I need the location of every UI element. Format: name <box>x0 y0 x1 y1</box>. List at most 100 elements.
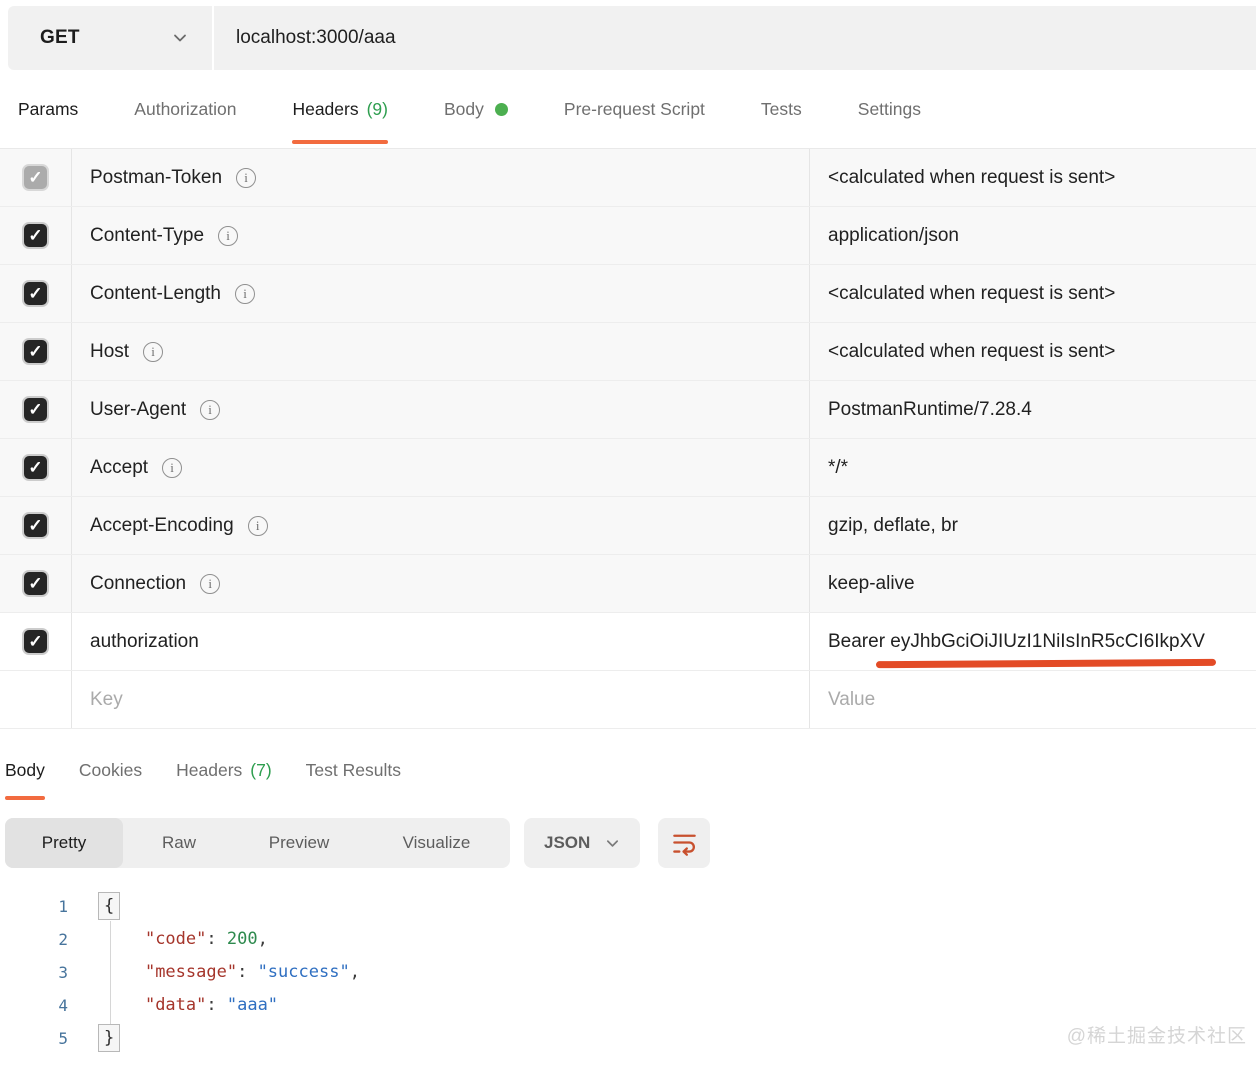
header-value-cell[interactable]: Value <box>810 671 1256 728</box>
info-icon[interactable]: i <box>218 226 238 246</box>
wrap-text-icon <box>671 829 698 857</box>
header-enabled-checkbox[interactable]: ✓ <box>22 512 49 539</box>
tab-label: Headers <box>292 99 358 120</box>
header-value-cell[interactable]: Bearer eyJhbGciOiJIUzI1NiIsInR5cCI6IkpXV <box>810 613 1256 670</box>
token-number: 200 <box>227 929 258 949</box>
checkbox-cell <box>0 671 72 728</box>
request-tab-body[interactable]: Body <box>444 70 508 148</box>
token-punct: : <box>237 962 257 982</box>
info-icon[interactable]: i <box>200 574 220 594</box>
headers-table: ✓Postman-Tokeni<calculated when request … <box>0 148 1256 729</box>
info-icon[interactable]: i <box>200 400 220 420</box>
header-enabled-checkbox[interactable]: ✓ <box>22 338 49 365</box>
view-mode-pretty[interactable]: Pretty <box>5 818 123 868</box>
line-number: 2 <box>0 923 68 956</box>
line-number: 5 <box>0 1022 68 1055</box>
indent-guide <box>110 921 111 1024</box>
header-enabled-checkbox[interactable]: ✓ <box>22 222 49 249</box>
header-key-cell[interactable]: Accept-Encodingi <box>72 497 810 554</box>
checkbox-cell: ✓ <box>0 149 72 206</box>
token-string: "success" <box>258 962 350 982</box>
line-content: "code": 200, <box>68 923 268 956</box>
header-key-cell[interactable]: Key <box>72 671 810 728</box>
response-tab-headers[interactable]: Headers (7) <box>176 738 272 802</box>
header-key: Content-Type <box>90 225 204 247</box>
header-value-cell[interactable]: PostmanRuntime/7.28.4 <box>810 381 1256 438</box>
request-tab-tests[interactable]: Tests <box>761 70 802 148</box>
table-row: ✓ Connection i keep-alive <box>0 555 1256 613</box>
response-tab-cookies[interactable]: Cookies <box>79 738 142 802</box>
code-line: 4 "data": "aaa" <box>0 989 1256 1022</box>
header-key-cell[interactable]: Postman-Tokeni <box>72 149 810 206</box>
info-icon[interactable]: i <box>248 516 268 536</box>
header-enabled-checkbox[interactable]: ✓ <box>22 396 49 423</box>
value-input-placeholder: Value <box>828 689 875 711</box>
header-key-cell[interactable]: authorization <box>72 613 810 670</box>
wrap-text-button[interactable] <box>658 818 710 868</box>
key-input-placeholder: Key <box>90 689 123 711</box>
token-string: "aaa" <box>227 995 278 1015</box>
request-tab-settings[interactable]: Settings <box>858 70 921 148</box>
header-key-cell[interactable]: Accepti <box>72 439 810 496</box>
header-key-cell[interactable]: Content-Lengthi <box>72 265 810 322</box>
header-value-cell[interactable]: gzip, deflate, br <box>810 497 1256 554</box>
request-tab-headers[interactable]: Headers (9) <box>292 70 388 148</box>
header-value-cell[interactable]: <calculated when request is sent> <box>810 149 1256 206</box>
header-value-cell[interactable]: */* <box>810 439 1256 496</box>
checkbox-cell: ✓ <box>0 207 72 264</box>
header-value: Bearer eyJhbGciOiJIUzI1NiIsInR5cCI6IkpXV <box>828 631 1205 653</box>
request-tab-pre-request-script[interactable]: Pre-request Script <box>564 70 705 148</box>
view-mode-visualize[interactable]: Visualize <box>363 818 510 868</box>
tab-count-badge: (7) <box>250 760 271 781</box>
header-enabled-checkbox[interactable]: ✓ <box>22 628 49 655</box>
info-icon[interactable]: i <box>236 168 256 188</box>
header-key-cell[interactable]: Hosti <box>72 323 810 380</box>
header-key: Accept <box>90 457 148 479</box>
header-value-cell[interactable]: <calculated when request is sent> <box>810 323 1256 380</box>
header-value: <calculated when request is sent> <box>828 341 1115 363</box>
view-mode-switcher: PrettyRawPreviewVisualize <box>5 818 510 868</box>
language-dropdown[interactable]: JSON <box>524 818 640 868</box>
url-input[interactable] <box>214 26 1256 50</box>
header-value-cell[interactable]: application/json <box>810 207 1256 264</box>
line-content: "message": "success", <box>68 956 360 989</box>
header-key-cell[interactable]: User-Agenti <box>72 381 810 438</box>
table-row: ✓ Accept-Encodingigzip, deflate, br <box>0 497 1256 555</box>
request-tab-params[interactable]: Params <box>18 70 78 148</box>
table-row: ✓ Content-Type i application/json <box>0 207 1256 265</box>
token-brace: } <box>98 1024 120 1052</box>
response-tab-body[interactable]: Body <box>5 738 45 802</box>
checkbox-cell: ✓ <box>0 323 72 380</box>
header-enabled-checkbox[interactable]: ✓ <box>22 280 49 307</box>
info-icon[interactable]: i <box>143 342 163 362</box>
request-tab-authorization[interactable]: Authorization <box>134 70 236 148</box>
tab-label: Headers <box>176 760 242 781</box>
info-icon[interactable]: i <box>162 458 182 478</box>
info-icon[interactable]: i <box>235 284 255 304</box>
method-label: GET <box>40 27 80 49</box>
request-tabs: Params Authorization Headers (9) Body Pre-req… <box>0 70 1256 148</box>
token-key: "message" <box>145 962 237 982</box>
code-line: 3 "message": "success", <box>0 956 1256 989</box>
view-mode-raw[interactable]: Raw <box>123 818 235 868</box>
tab-count-badge: (9) <box>367 99 388 120</box>
view-mode-preview[interactable]: Preview <box>235 818 363 868</box>
header-key: authorization <box>90 631 199 653</box>
header-enabled-checkbox[interactable]: ✓ <box>22 454 49 481</box>
active-tab-underline <box>292 140 388 144</box>
method-dropdown[interactable]: GET <box>8 6 212 70</box>
header-key: Connection <box>90 573 186 595</box>
header-value-cell[interactable]: <calculated when request is sent> <box>810 265 1256 322</box>
header-key-cell[interactable]: Connection i <box>72 555 810 612</box>
annotation-underline <box>876 659 1216 668</box>
response-tab-test-results[interactable]: Test Results <box>306 738 401 802</box>
tab-label: Tests <box>761 99 802 120</box>
header-key-cell[interactable]: Content-Type i <box>72 207 810 264</box>
header-value: <calculated when request is sent> <box>828 167 1115 189</box>
chevron-down-icon <box>605 836 620 851</box>
tab-label: Body <box>5 760 45 781</box>
checkbox-cell: ✓ <box>0 613 72 670</box>
header-enabled-checkbox[interactable]: ✓ <box>22 570 49 597</box>
header-value-cell[interactable]: keep-alive <box>810 555 1256 612</box>
line-content: } <box>68 1022 120 1055</box>
